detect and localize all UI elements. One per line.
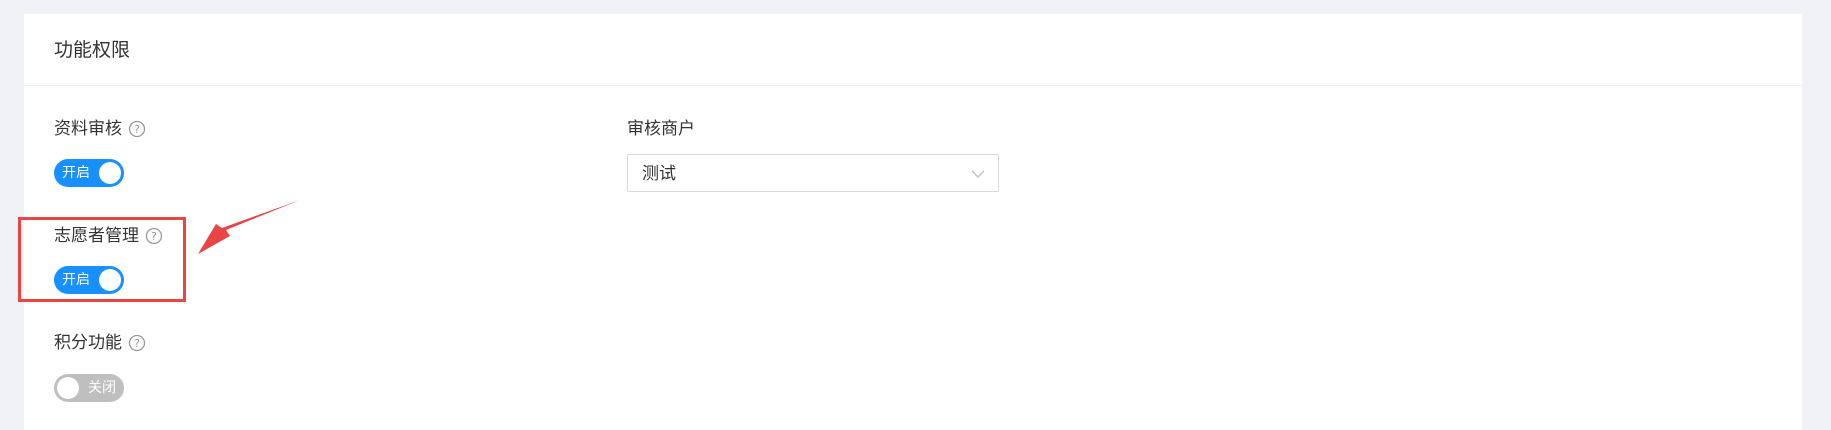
card-header: 功能权限	[24, 14, 1802, 86]
points-switch-knob	[57, 377, 79, 399]
annotation-highlight-box	[18, 217, 186, 302]
points-switch[interactable]: 关闭	[54, 374, 124, 402]
question-circle-icon[interactable]: ?	[128, 120, 146, 138]
review-label: 资料审核 ?	[54, 118, 146, 140]
question-circle-icon[interactable]: ?	[128, 334, 146, 352]
review-label-text: 资料审核	[54, 119, 122, 139]
svg-text:?: ?	[134, 337, 140, 350]
chevron-down-icon	[971, 170, 985, 178]
field-review-label-row: 资料审核 ?	[54, 118, 146, 140]
merchant-select[interactable]: 测试	[627, 154, 999, 192]
points-switch-text: 关闭	[88, 380, 116, 396]
red-arrow-icon	[198, 200, 300, 254]
review-switch-text: 开启	[62, 165, 90, 181]
review-switch-knob	[99, 162, 121, 184]
merchant-label: 审核商户	[627, 119, 695, 139]
svg-text:?: ?	[134, 123, 140, 136]
field-points-label-row: 积分功能 ?	[54, 332, 146, 354]
points-label-text: 积分功能	[54, 333, 122, 353]
points-label: 积分功能 ?	[54, 332, 146, 354]
field-merchant-label-row: 审核商户	[627, 118, 695, 140]
section-title: 功能权限	[54, 39, 131, 61]
merchant-select-value: 测试	[642, 164, 676, 184]
review-switch[interactable]: 开启	[54, 159, 124, 187]
